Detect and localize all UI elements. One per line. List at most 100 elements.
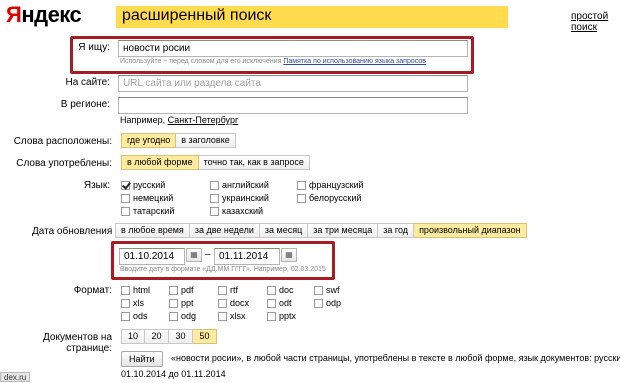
date-to-input[interactable]: 01.11.2014	[214, 248, 280, 265]
checkbox-icon[interactable]	[210, 193, 219, 203]
calendar-icon[interactable]: ▦	[281, 248, 297, 262]
checkbox-icon[interactable]	[267, 285, 276, 295]
checkbox-icon[interactable]	[169, 311, 178, 321]
yandex-logo[interactable]: Яндекс	[6, 2, 82, 28]
checkbox-icon[interactable]	[314, 298, 323, 308]
checkbox-label: немецкий	[133, 193, 174, 203]
update-date-option[interactable]: за год	[378, 223, 415, 238]
query-syntax-link[interactable]: Памятка по использованию языка запросов	[283, 58, 426, 65]
format-checkbox[interactable]: docx	[218, 298, 249, 308]
checkbox-icon[interactable]	[267, 298, 276, 308]
update-date-segmented: в любое время за две недели за месяц за …	[115, 223, 527, 238]
query-hint: Используйте ~ перед словом для его исклю…	[120, 58, 426, 65]
checkbox-label: ods	[133, 311, 148, 321]
simple-search-link[interactable]: простой поиск	[571, 11, 620, 33]
format-checkbox[interactable]: xls	[121, 298, 144, 308]
per-page-option[interactable]: 30	[169, 329, 193, 344]
update-date-option[interactable]: в любое время	[115, 223, 190, 238]
language-checkbox[interactable]: казахский	[210, 206, 263, 216]
format-checkbox[interactable]: pdf	[169, 285, 194, 295]
format-checkbox[interactable]: xlsx	[218, 311, 246, 321]
checkbox-icon[interactable]	[121, 206, 130, 216]
checkbox-label: белорусский	[309, 193, 362, 203]
language-label: Язык:	[83, 180, 110, 191]
checkbox-icon[interactable]	[218, 298, 227, 308]
checkbox-label: французский	[309, 180, 364, 190]
format-checkbox[interactable]: odp	[314, 298, 341, 308]
checkbox-label: rtf	[230, 285, 238, 295]
checkbox-label: казахский	[222, 206, 264, 216]
language-checkbox[interactable]: украинский	[210, 193, 269, 203]
checkbox-label: html	[133, 285, 151, 295]
query-input[interactable]: новости росии	[118, 40, 468, 57]
checkbox-label: pdf	[181, 285, 194, 295]
update-date-label: Дата обновления	[32, 226, 113, 237]
format-checkbox[interactable]: ods	[121, 311, 148, 321]
page-title-bar: расширенный поиск	[116, 6, 508, 28]
language-checkbox[interactable]: русский	[121, 180, 165, 190]
date-format-hint: Вводите дату в формате «ДД.ММ.ГГГГ». Нап…	[120, 266, 326, 273]
checkbox-icon[interactable]	[218, 311, 227, 321]
query-summary-line2: 01.10.2014 до 01.11.2014	[121, 369, 226, 379]
format-checkbox[interactable]: odg	[169, 311, 196, 321]
per-page-option[interactable]: 50	[193, 329, 217, 344]
checkbox-icon[interactable]	[218, 285, 227, 295]
language-checkbox[interactable]: немецкий	[121, 193, 173, 203]
language-checkbox[interactable]: английский	[210, 180, 269, 190]
date-dash: –	[205, 249, 211, 260]
words-location-option[interactable]: где угодно	[121, 133, 177, 148]
checkbox-icon[interactable]	[121, 180, 130, 190]
language-checkbox[interactable]: белорусский	[297, 193, 361, 203]
format-checkbox[interactable]: ppt	[169, 298, 194, 308]
region-example-prefix: Например,	[120, 115, 166, 125]
checkbox-icon[interactable]	[267, 311, 276, 321]
language-checkbox[interactable]: французский	[297, 180, 364, 190]
calendar-icon[interactable]: ▦	[186, 248, 202, 262]
words-location-label: Слова расположены:	[13, 136, 112, 147]
per-page-segmented: 10 20 30 50	[121, 329, 217, 344]
query-hint-text: Используйте ~ перед словом для его исклю…	[120, 58, 282, 65]
find-button[interactable]: Найти	[121, 351, 163, 367]
words-form-option[interactable]: точно так, как в запросе	[198, 155, 310, 170]
per-page-option[interactable]: 10	[121, 329, 145, 344]
date-from-input[interactable]: 01.10.2014	[119, 248, 185, 265]
checkbox-icon[interactable]	[169, 298, 178, 308]
checkbox-icon[interactable]	[314, 285, 323, 295]
format-checkbox[interactable]: doc	[267, 285, 294, 295]
words-form-segmented: в любой форме точно так, как в запросе	[121, 155, 310, 170]
checkbox-label: odt	[279, 298, 292, 308]
update-date-option[interactable]: за две недели	[189, 223, 260, 238]
checkbox-icon[interactable]	[121, 193, 130, 203]
words-form-label: Слова употреблены:	[16, 158, 112, 169]
query-label: Я ищу:	[78, 42, 110, 53]
update-date-option[interactable]: за месяц	[259, 223, 309, 238]
checkbox-icon[interactable]	[121, 311, 130, 321]
checkbox-icon[interactable]	[169, 285, 178, 295]
checkbox-label: английский	[222, 180, 269, 190]
format-label: Формат:	[73, 285, 112, 296]
format-checkbox[interactable]: swf	[314, 285, 340, 295]
region-input[interactable]	[118, 97, 468, 114]
format-checkbox[interactable]: html	[121, 285, 150, 295]
checkbox-icon[interactable]	[121, 285, 130, 295]
logo-rest: ндекс	[21, 2, 82, 27]
checkbox-label: pptx	[279, 311, 297, 321]
format-checkbox[interactable]: odt	[267, 298, 292, 308]
checkbox-icon[interactable]	[121, 298, 130, 308]
logo-first-letter: Я	[6, 2, 22, 27]
per-page-option[interactable]: 20	[145, 329, 169, 344]
format-checkbox[interactable]: rtf	[218, 285, 238, 295]
words-form-option[interactable]: в любой форме	[121, 155, 199, 170]
checkbox-icon[interactable]	[210, 206, 219, 216]
update-date-option[interactable]: произвольный диапазон	[414, 223, 527, 238]
language-checkbox[interactable]: татарский	[121, 206, 174, 216]
checkbox-icon[interactable]	[297, 193, 306, 203]
region-example-link[interactable]: Санкт-Петербург	[168, 115, 239, 125]
checkbox-icon[interactable]	[297, 180, 306, 190]
site-input[interactable]: URL сайта или раздела сайта	[118, 75, 468, 92]
format-checkbox[interactable]: pptx	[267, 311, 296, 321]
update-date-option[interactable]: за три месяца	[308, 223, 379, 238]
checkbox-icon[interactable]	[210, 180, 219, 190]
words-location-option[interactable]: в заголовке	[176, 133, 236, 148]
region-example: Например, Санкт-Петербург	[120, 115, 238, 125]
